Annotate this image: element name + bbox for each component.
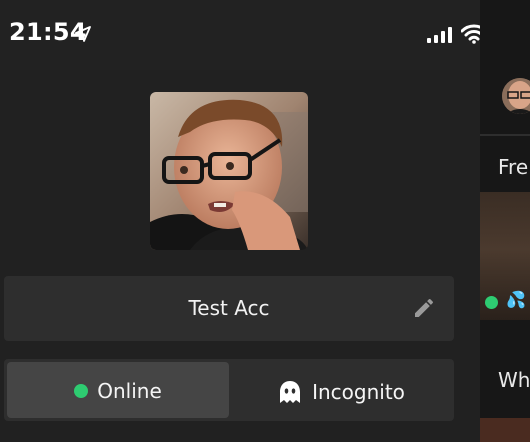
side-avatar[interactable] [502,78,530,114]
status-bar: 21:54 [0,0,487,70]
cellular-signal-icon [427,27,452,43]
location-arrow-icon [75,26,91,42]
side-divider [480,134,530,136]
profile-avatar[interactable] [150,92,308,250]
presence-selector: Online Incognito [4,359,454,421]
side-heading-bottom: Whe [498,368,530,392]
profile-name: Test Acc [188,296,270,320]
presence-option-incognito[interactable]: Incognito [231,362,451,418]
online-dot-icon [74,384,89,398]
side-photo-tile-2[interactable] [480,418,530,442]
pencil-icon[interactable] [412,296,436,320]
name-card[interactable]: Test Acc [4,276,454,341]
side-panel: Fre 💦 Whe [480,0,530,442]
side-emoji: 💦 [506,290,526,309]
profile-panel: Test Acc Online Incognito [0,70,480,442]
side-heading-top: Fre [498,155,529,179]
presence-incognito-label: Incognito [312,380,405,404]
ghost-icon [280,381,301,403]
presence-option-online[interactable]: Online [7,362,229,418]
presence-online-label: Online [97,379,162,403]
side-online-dot-icon [485,296,498,309]
